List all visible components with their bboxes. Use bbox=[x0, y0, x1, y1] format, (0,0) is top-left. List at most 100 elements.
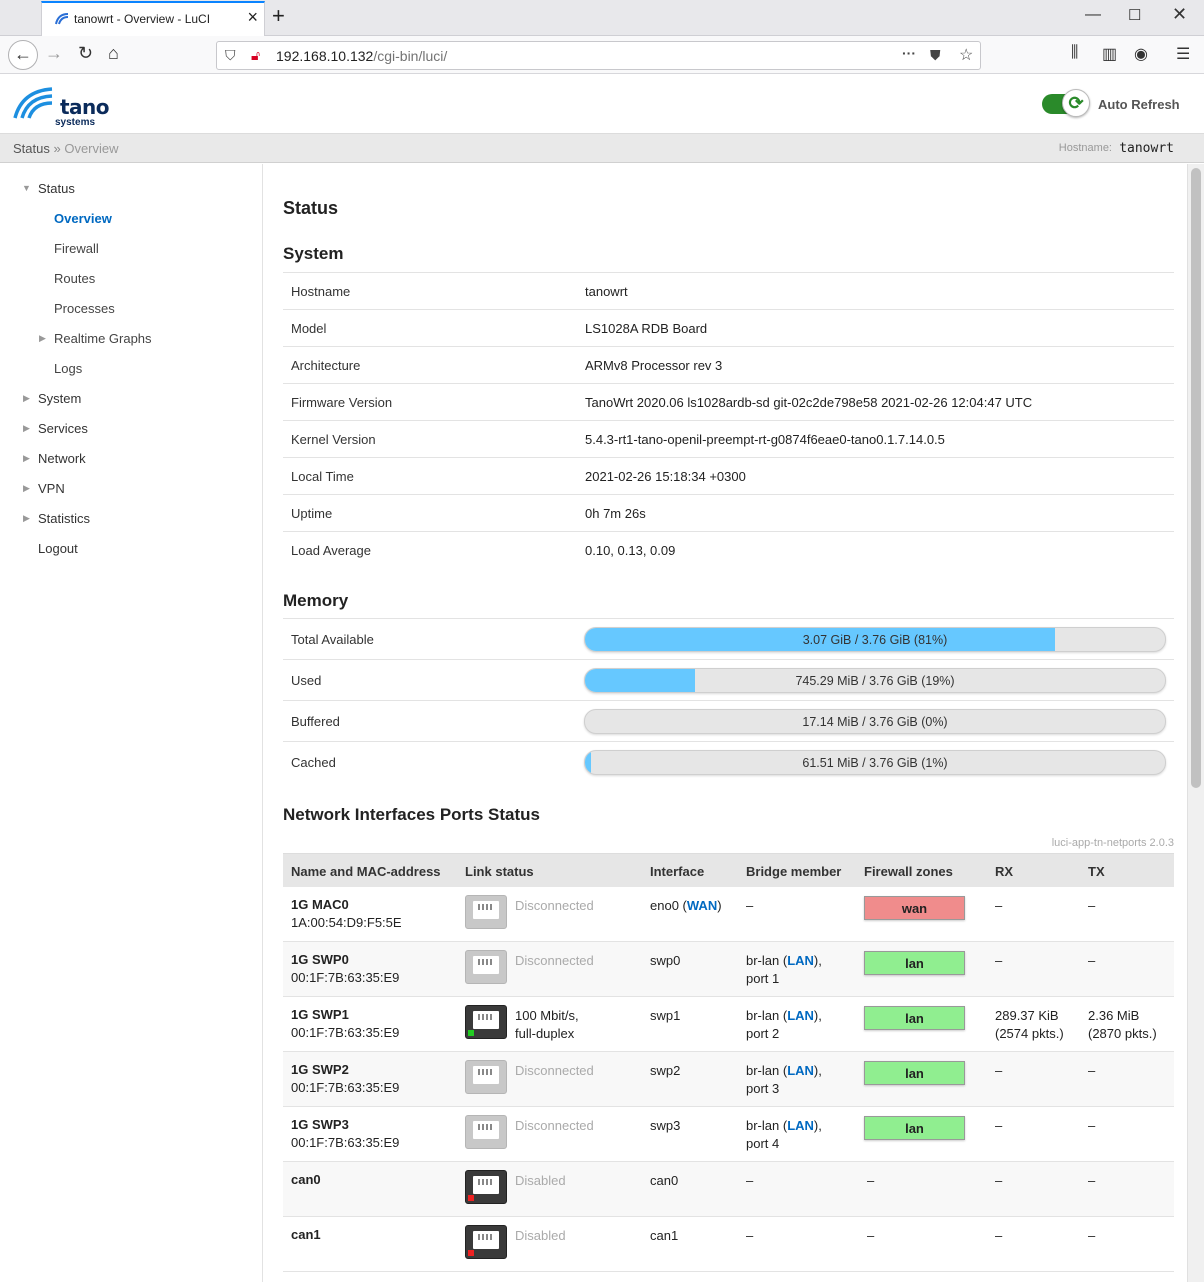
url-text[interactable]: 192.168.10.132/cgi-bin/luci/ bbox=[276, 48, 447, 64]
tano-logo[interactable]: tano systems bbox=[12, 85, 112, 128]
ethernet-port-icon bbox=[465, 895, 507, 929]
page-scrollbar[interactable] bbox=[1187, 164, 1204, 1282]
memory-progress-bar: 745.29 MiB / 3.76 GiB (19%) bbox=[584, 668, 1166, 693]
port-name: 1G MAC0 bbox=[291, 897, 349, 912]
port-interface: can1 bbox=[650, 1228, 679, 1243]
close-tab-icon[interactable]: × bbox=[247, 7, 258, 28]
bridge-network-link[interactable]: LAN bbox=[787, 1063, 814, 1078]
port-rx: 289.37 KiB (2574 pkts.) bbox=[995, 1008, 1064, 1041]
insecure-lock-icon[interactable]: 🔓︎ bbox=[251, 47, 260, 64]
sidebar-icon[interactable]: ▥ bbox=[1102, 44, 1117, 64]
firewall-zone-badge[interactable]: wan bbox=[864, 896, 965, 920]
caret-right-icon[interactable]: ▶ bbox=[23, 513, 30, 524]
sidebar-item-processes[interactable]: Processes bbox=[54, 301, 115, 316]
url-bar[interactable]: ⛉ 🔓︎ 192.168.10.132/cgi-bin/luci/ ··· ⛊ … bbox=[216, 41, 981, 70]
memory-row-key: Used bbox=[291, 673, 322, 688]
caret-right-icon[interactable]: ▶ bbox=[23, 453, 30, 464]
reload-icon[interactable]: ↻ bbox=[78, 43, 93, 64]
port-rx: – bbox=[995, 953, 1003, 968]
sidebar-item-statistics[interactable]: Statistics bbox=[38, 511, 90, 526]
logo-word: tano bbox=[60, 95, 110, 119]
port-name: 1G SWP0 bbox=[291, 952, 349, 967]
memory-progress-text: 745.29 MiB / 3.76 GiB (19%) bbox=[795, 674, 955, 688]
col-header-interface: Interface bbox=[650, 864, 705, 879]
firewall-zone-badge[interactable]: lan bbox=[864, 951, 965, 975]
interface-network-link[interactable]: WAN bbox=[687, 898, 717, 913]
maximize-icon[interactable]: ☐ bbox=[1128, 6, 1141, 24]
port-mac: 00:1F:7B:63:35:E9 bbox=[291, 970, 400, 985]
port-tx: – bbox=[1088, 1063, 1096, 1078]
sidebar-item-routes[interactable]: Routes bbox=[54, 271, 95, 286]
firewall-zone-badge[interactable]: lan bbox=[864, 1006, 965, 1030]
sidebar-item-vpn[interactable]: VPN bbox=[38, 481, 65, 496]
ports-table-header: Name and MAC-address Link status Interfa… bbox=[283, 853, 1174, 887]
home-icon[interactable]: ⌂ bbox=[108, 43, 119, 64]
col-header-link: Link status bbox=[465, 864, 534, 879]
port-interface: swp1 bbox=[650, 1008, 681, 1023]
caret-right-icon[interactable]: ▶ bbox=[23, 483, 30, 494]
port-row: 1G SWP0 00:1F:7B:63:35:E9 Disconnected swp0… bbox=[283, 942, 1174, 997]
back-icon[interactable]: ← bbox=[8, 40, 38, 70]
system-row-key: Model bbox=[291, 321, 327, 336]
forward-icon[interactable]: → bbox=[45, 43, 63, 64]
library-icon[interactable]: ⫼ bbox=[1071, 44, 1078, 62]
sidebar-item-logs[interactable]: Logs bbox=[54, 361, 82, 376]
firewall-zone-badge[interactable]: lan bbox=[864, 1061, 965, 1085]
firewall-zone-badge[interactable]: lan bbox=[864, 1116, 965, 1140]
port-interface: swp3 bbox=[650, 1118, 681, 1133]
minimize-icon[interactable]: — bbox=[1085, 6, 1101, 24]
bridge-member: br-lan (LAN), port 2 bbox=[746, 1008, 822, 1041]
ethernet-port-icon bbox=[465, 1005, 507, 1039]
tab-title: tanowrt - Overview - LuCI bbox=[74, 12, 211, 26]
caret-right-icon[interactable]: ▶ bbox=[23, 393, 30, 404]
sidebar-item-realtime-graphs[interactable]: Realtime Graphs bbox=[54, 331, 152, 346]
port-mac: 00:1F:7B:63:35:E9 bbox=[291, 1135, 400, 1150]
system-row-key: Load Average bbox=[291, 543, 371, 558]
port-tx: – bbox=[1088, 953, 1096, 968]
system-row: Load Average 0.10, 0.13, 0.09 bbox=[283, 531, 1174, 568]
account-icon[interactable]: ◉ bbox=[1134, 44, 1148, 64]
system-row: Local Time 2021-02-26 15:18:34 +0300 bbox=[283, 457, 1174, 494]
sidebar-item-firewall[interactable]: Firewall bbox=[54, 241, 99, 256]
refresh-icon[interactable]: ⟳ bbox=[1062, 89, 1090, 117]
scrollbar-thumb[interactable] bbox=[1191, 168, 1201, 788]
port-name: 1G SWP2 bbox=[291, 1062, 349, 1077]
bridge-network-link[interactable]: LAN bbox=[787, 1008, 814, 1023]
sidebar-item-system[interactable]: System bbox=[38, 391, 81, 406]
caret-right-icon[interactable]: ▶ bbox=[23, 423, 30, 434]
memory-progress-bar: 3.07 GiB / 3.76 GiB (81%) bbox=[584, 627, 1166, 652]
pocket-icon[interactable]: ⛊ bbox=[930, 47, 941, 64]
window-close-icon[interactable]: ✕ bbox=[1172, 4, 1187, 25]
sidebar-item-status[interactable]: Status bbox=[38, 181, 75, 196]
bridge-network-link[interactable]: LAN bbox=[787, 1118, 814, 1133]
port-mac: 00:1F:7B:63:35:E9 bbox=[291, 1080, 400, 1095]
link-status: Disconnected bbox=[515, 898, 594, 913]
system-row: Architecture ARMv8 Processor rev 3 bbox=[283, 346, 1174, 383]
hamburger-menu-icon[interactable]: ☰ bbox=[1176, 44, 1190, 64]
port-row: can1 Disabled can1 – – – – bbox=[283, 1217, 1174, 1272]
system-section-title: System bbox=[283, 244, 344, 263]
sidebar-item-overview[interactable]: Overview bbox=[54, 211, 112, 226]
browser-navbar: ← → ↻ ⌂ ⛉ 🔓︎ 192.168.10.132/cgi-bin/luci… bbox=[0, 36, 1204, 74]
caret-down-icon[interactable]: ▼ bbox=[22, 183, 31, 193]
port-row: 1G SWP1 00:1F:7B:63:35:E9 100 Mbit/s, full-… bbox=[283, 997, 1174, 1052]
sidebar-item-services[interactable]: Services bbox=[38, 421, 88, 436]
caret-right-icon[interactable]: ▶ bbox=[39, 333, 46, 344]
sidebar-item-network[interactable]: Network bbox=[38, 451, 86, 466]
browser-tab[interactable]: tanowrt - Overview - LuCI × bbox=[41, 1, 265, 36]
system-row-key: Kernel Version bbox=[291, 432, 376, 447]
bridge-member: br-lan (LAN), port 4 bbox=[746, 1118, 822, 1151]
sidebar-item-logout[interactable]: Logout bbox=[38, 541, 78, 556]
breadcrumb-root[interactable]: Status bbox=[13, 141, 50, 156]
browser-titlebar: tanowrt - Overview - LuCI × + — ☐ ✕ bbox=[0, 0, 1204, 36]
shield-icon[interactable]: ⛉ bbox=[225, 47, 236, 64]
col-header-zones: Firewall zones bbox=[864, 864, 953, 879]
bridge-network-link[interactable]: LAN bbox=[787, 953, 814, 968]
new-tab-icon[interactable]: + bbox=[272, 3, 285, 29]
memory-row: Total Available 3.07 GiB / 3.76 GiB (81%) bbox=[283, 618, 1174, 659]
star-icon[interactable]: ☆ bbox=[959, 45, 973, 65]
port-interface: can0 bbox=[650, 1173, 679, 1188]
bridge-member: br-lan (LAN), port 1 bbox=[746, 953, 822, 986]
more-icon[interactable]: ··· bbox=[902, 45, 916, 61]
system-row-key: Hostname bbox=[291, 284, 351, 299]
